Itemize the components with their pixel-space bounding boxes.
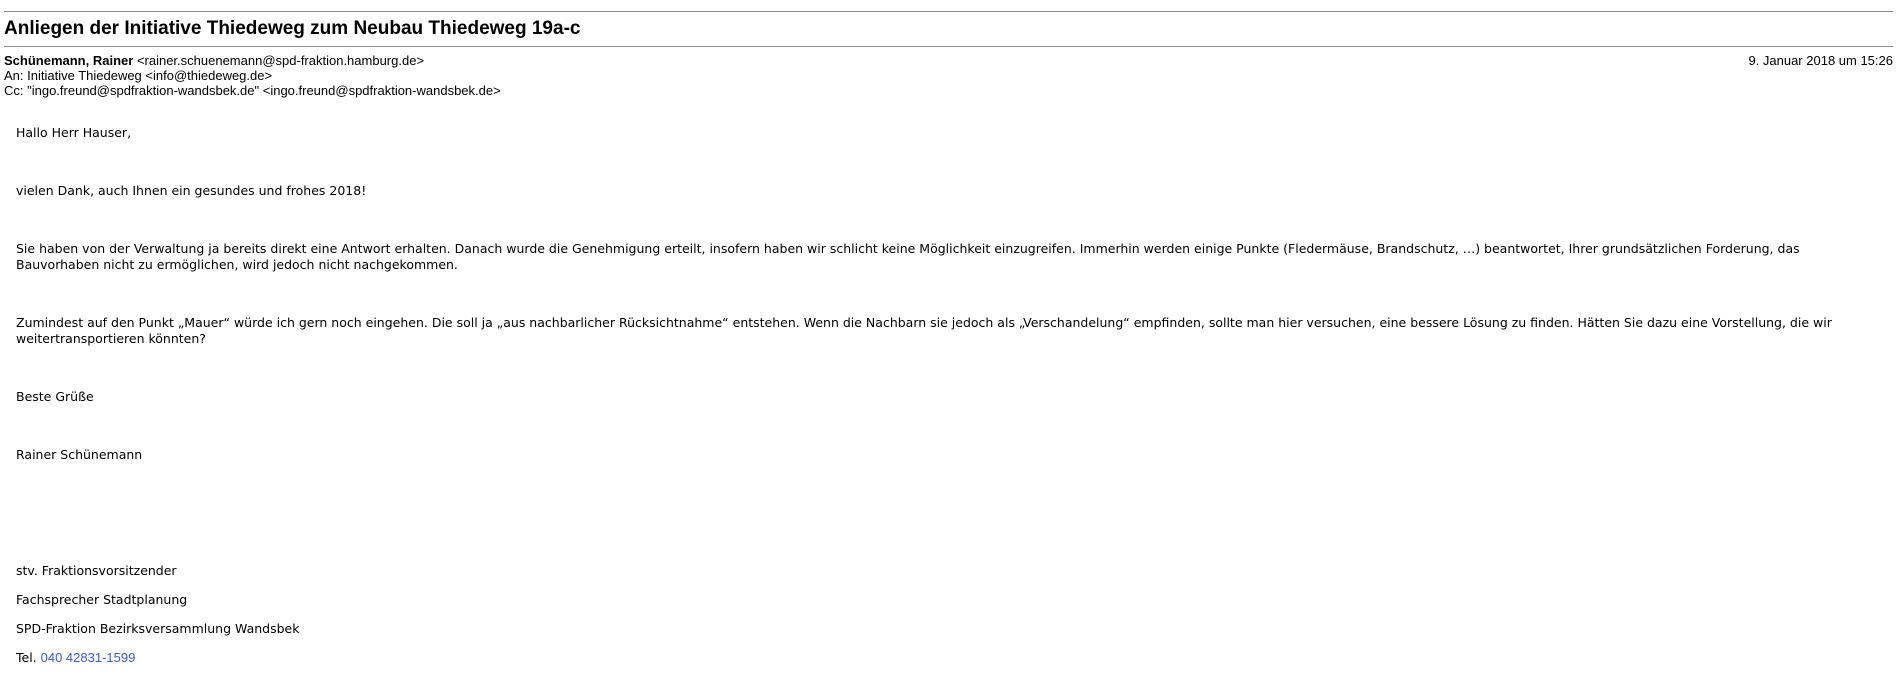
signature-name: Rainer Schünemann <box>16 447 143 462</box>
email-subject: Anliegen der Initiative Thiedeweg zum Ne… <box>4 18 581 39</box>
email-header: Schünemann, Rainer <rainer.schuenemann@s… <box>4 53 1893 98</box>
body-paragraph-1: Sie haben von der Verwaltung ja bereits … <box>16 241 1800 272</box>
thanks-paragraph: vielen Dank, auch Ihnen ein gesundes und… <box>16 183 367 198</box>
signature-telephone: Tel. 040 42831-1599 <box>16 650 1881 666</box>
from-line: Schünemann, Rainer <rainer.schuenemann@s… <box>4 53 1893 68</box>
sender-address[interactable]: <rainer.schuenemann@spd-fraktion.hamburg… <box>137 53 424 68</box>
email-date: 9. Januar 2018 um 15:26 <box>1748 53 1893 68</box>
signature-spokesperson: Fachsprecher Stadtplanung <box>16 592 188 607</box>
signature-organization: SPD-Fraktion Bezirksversammlung Wandsbek <box>16 621 300 636</box>
sender-name: Schünemann, Rainer <box>4 53 134 68</box>
tel-label: Tel. <box>16 650 41 665</box>
subject-divider <box>4 46 1893 47</box>
cc-line: Cc: "ingo.freund@spdfraktion-wandsbek.de… <box>4 83 501 98</box>
to-line: An: Initiative Thiedeweg <info@thiedeweg… <box>4 68 273 83</box>
top-divider <box>4 11 1893 12</box>
telephone-link[interactable]: 040 42831-1599 <box>41 650 136 665</box>
signature-role: stv. Fraktionsvorsitzender <box>16 563 177 578</box>
email-print-view: Anliegen der Initiative Thiedeweg zum Ne… <box>0 0 1897 674</box>
body-paragraph-2: Zumindest auf den Punkt „Mauer“ würde ic… <box>16 315 1832 346</box>
greeting: Hallo Herr Hauser, <box>16 125 132 140</box>
closing: Beste Grüße <box>16 389 94 404</box>
